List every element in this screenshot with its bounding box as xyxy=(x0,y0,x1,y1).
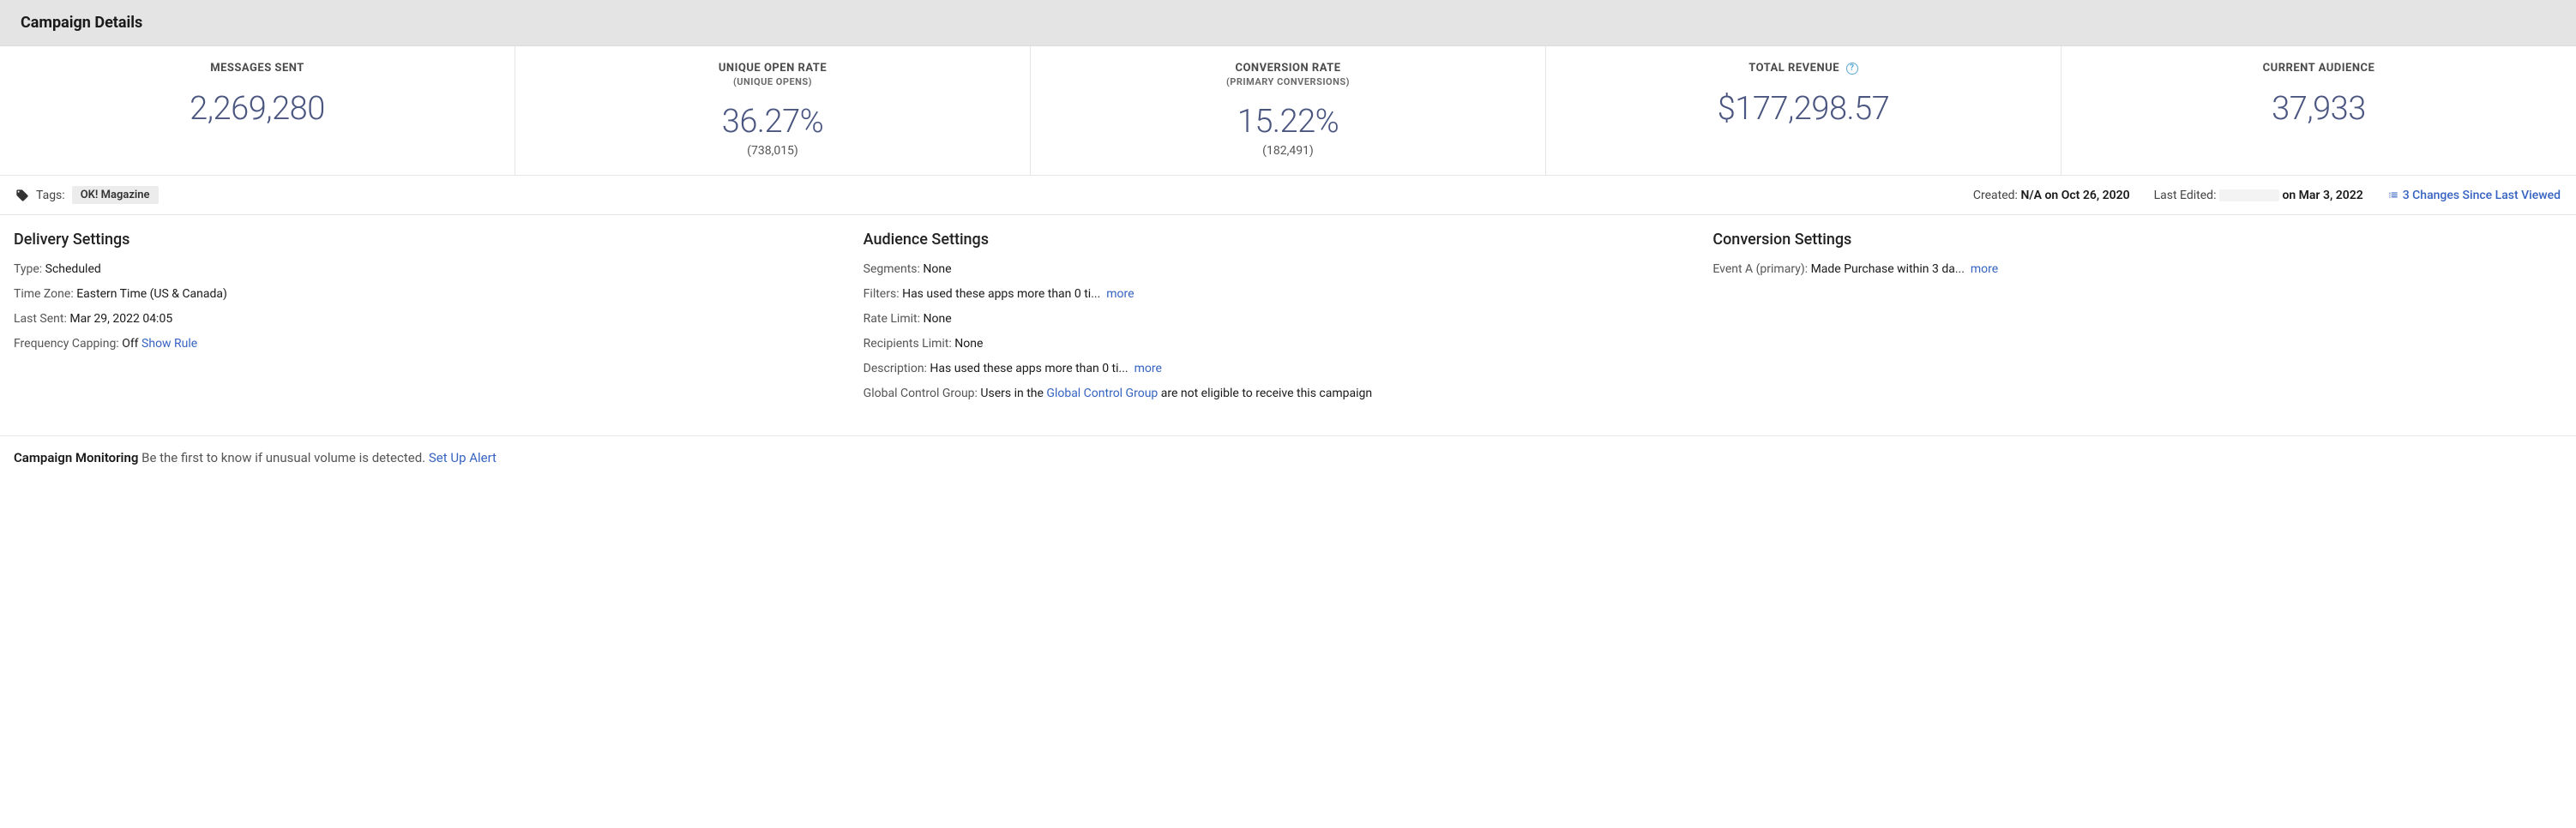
value: Has used these apps more than 0 ti... xyxy=(930,362,1128,375)
metric-subtitle: (UNIQUE OPENS) xyxy=(524,76,1021,87)
meta-right: Created: N/A on Oct 26, 2020 Last Edited… xyxy=(1973,189,2561,202)
metric-open-rate: UNIQUE OPEN RATE (UNIQUE OPENS) 36.27% (… xyxy=(515,46,1031,175)
audience-rate-limit: Rate Limit: None xyxy=(864,310,1693,328)
audience-recipients-limit: Recipients Limit: None xyxy=(864,335,1693,353)
value: None xyxy=(923,312,951,326)
gcg-suffix: are not eligible to receive this campaig… xyxy=(1161,387,1372,400)
tags-label: Tags: xyxy=(36,189,65,202)
metric-value: 15.22% xyxy=(1039,103,1537,141)
delivery-freq-capping: Frequency Capping: Off Show Rule xyxy=(14,335,843,353)
created-info: Created: N/A on Oct 26, 2020 xyxy=(1973,189,2130,202)
label: Recipients Limit: xyxy=(864,337,952,351)
audience-filters: Filters: Has used these apps more than 0… xyxy=(864,285,1693,303)
value: Off xyxy=(122,337,138,351)
metric-title: TOTAL REVENUE ? xyxy=(1555,62,2052,75)
monitoring-title: Campaign Monitoring xyxy=(14,450,138,465)
created-value: N/A on Oct 26, 2020 xyxy=(2020,189,2129,202)
metric-title-text: TOTAL REVENUE xyxy=(1748,62,1839,75)
gcg-link[interactable]: Global Control Group xyxy=(1046,387,1158,400)
delivery-heading: Delivery Settings xyxy=(14,231,843,249)
meta-row: Tags: OK! Magazine Created: N/A on Oct 2… xyxy=(0,176,2576,215)
page-title: Campaign Details xyxy=(21,14,2555,32)
delivery-timezone: Time Zone: Eastern Time (US & Canada) xyxy=(14,285,843,303)
page-header: Campaign Details xyxy=(0,0,2576,46)
label: Last Sent: xyxy=(14,312,67,326)
show-rule-link[interactable]: Show Rule xyxy=(141,337,197,351)
tags-section: Tags: OK! Magazine xyxy=(15,186,159,204)
last-edited-date: on Mar 3, 2022 xyxy=(2282,189,2362,202)
delivery-type: Type: Scheduled xyxy=(14,261,843,279)
value: Has used these apps more than 0 ti... xyxy=(902,287,1100,301)
changes-link[interactable]: 3 Changes Since Last Viewed xyxy=(2387,189,2561,202)
value: None xyxy=(923,262,951,276)
metric-title: UNIQUE OPEN RATE xyxy=(524,62,1021,75)
event-more-link[interactable]: more xyxy=(1971,262,1998,276)
metric-title: MESSAGES SENT xyxy=(9,62,506,75)
metric-value: $177,298.57 xyxy=(1555,90,2052,128)
changes-text: 3 Changes Since Last Viewed xyxy=(2403,189,2561,202)
metric-title: CURRENT AUDIENCE xyxy=(2070,62,2567,75)
help-icon[interactable]: ? xyxy=(1846,63,1858,75)
created-label: Created: xyxy=(1973,189,2018,202)
metric-value: 36.27% xyxy=(524,103,1021,141)
conversion-event: Event A (primary): Made Purchase within … xyxy=(1712,261,2542,279)
monitoring-text: Be the first to know if unusual volume i… xyxy=(141,450,425,465)
list-icon xyxy=(2387,189,2399,201)
label: Segments: xyxy=(864,262,920,276)
audience-gcg: Global Control Group: Users in the Globa… xyxy=(864,385,1693,403)
metric-total-revenue: TOTAL REVENUE ? $177,298.57 xyxy=(1546,46,2061,175)
last-edited-user xyxy=(2219,189,2279,201)
audience-segments: Segments: None xyxy=(864,261,1693,279)
label: Rate Limit: xyxy=(864,312,920,326)
audience-settings: Audience Settings Segments: None Filters… xyxy=(864,231,1713,410)
metric-value: 37,933 xyxy=(2070,90,2567,128)
label: Filters: xyxy=(864,287,900,301)
last-edited-label: Last Edited: xyxy=(2154,189,2217,202)
tag-chip[interactable]: OK! Magazine xyxy=(72,186,159,204)
metric-extra: (182,491) xyxy=(1039,144,1537,158)
metric-subtitle: (PRIMARY CONVERSIONS) xyxy=(1039,76,1537,87)
metric-value: 2,269,280 xyxy=(9,90,506,128)
campaign-monitoring: Campaign Monitoring Be the first to know… xyxy=(0,436,2576,479)
audience-heading: Audience Settings xyxy=(864,231,1693,249)
last-edited-info: Last Edited: on Mar 3, 2022 xyxy=(2154,189,2363,202)
metric-current-audience: CURRENT AUDIENCE 37,933 xyxy=(2061,46,2576,175)
value: None xyxy=(954,337,983,351)
description-more-link[interactable]: more xyxy=(1135,362,1162,375)
conversion-settings: Conversion Settings Event A (primary): M… xyxy=(1712,231,2562,410)
delivery-settings: Delivery Settings Type: Scheduled Time Z… xyxy=(14,231,864,410)
audience-description: Description: Has used these apps more th… xyxy=(864,360,1693,378)
metric-extra: (738,015) xyxy=(524,144,1021,158)
label: Time Zone: xyxy=(14,287,74,301)
value: Eastern Time (US & Canada) xyxy=(76,287,227,301)
value: Made Purchase within 3 da... xyxy=(1811,262,1965,276)
filters-more-link[interactable]: more xyxy=(1106,287,1134,301)
metric-title: CONVERSION RATE xyxy=(1039,62,1537,75)
set-up-alert-link[interactable]: Set Up Alert xyxy=(429,450,497,465)
tag-icon xyxy=(15,189,29,202)
label: Event A (primary): xyxy=(1712,262,1808,276)
settings-section: Delivery Settings Type: Scheduled Time Z… xyxy=(0,215,2576,436)
metrics-row: MESSAGES SENT 2,269,280 UNIQUE OPEN RATE… xyxy=(0,46,2576,176)
delivery-last-sent: Last Sent: Mar 29, 2022 04:05 xyxy=(14,310,843,328)
label: Description: xyxy=(864,362,927,375)
gcg-prefix: Users in the xyxy=(980,387,1044,400)
label: Global Control Group: xyxy=(864,387,978,400)
metric-messages-sent: MESSAGES SENT 2,269,280 xyxy=(0,46,515,175)
metric-conversion-rate: CONVERSION RATE (PRIMARY CONVERSIONS) 15… xyxy=(1031,46,1546,175)
label: Frequency Capping: xyxy=(14,337,119,351)
label: Type: xyxy=(14,262,42,276)
conversion-heading: Conversion Settings xyxy=(1712,231,2542,249)
value: Scheduled xyxy=(45,262,101,276)
value: Mar 29, 2022 04:05 xyxy=(69,312,172,326)
